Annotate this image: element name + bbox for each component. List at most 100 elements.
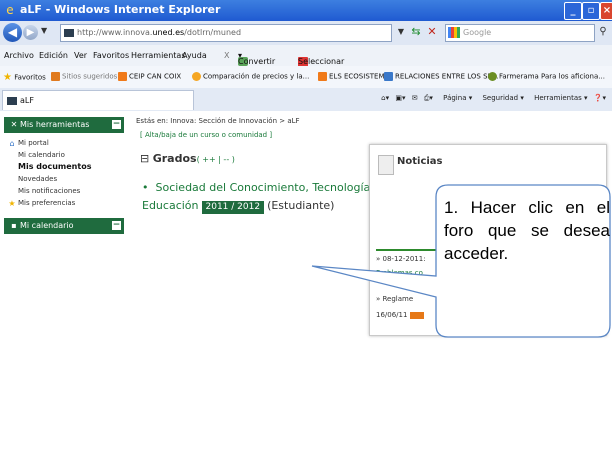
home-icon: ⌂ (9, 139, 15, 148)
role-label: (Estudiante) (267, 199, 335, 212)
minimize-button[interactable]: _ (564, 2, 582, 20)
news-title: Noticias (397, 156, 443, 167)
tab-alf[interactable]: aLF (2, 90, 194, 110)
price-compare-icon (192, 72, 201, 81)
forward-button[interactable]: ▶ (23, 25, 38, 40)
tab-bar: aLF ⌂▾ ▣▾ ✉ ⎙▾ Página ▾ Seguridad ▾ Herr… (0, 88, 612, 112)
document-icon (378, 155, 394, 175)
blogger-icon (318, 72, 327, 81)
sidebar-item-mis-preferencias[interactable]: Mis preferencias (18, 199, 75, 207)
star-icon: ★ (3, 72, 12, 83)
course-title-line2: Educación (142, 199, 199, 212)
tab-label: aLF (20, 96, 34, 105)
favorite-ecosistemes[interactable]: ELS ECOSISTEMES (318, 72, 393, 81)
news-item-2[interactable]: » Reglame (376, 295, 413, 303)
favorite-label-suggested: Sitios sugeridos (62, 72, 118, 81)
url-input[interactable]: http://www.innova.uned.es/dotlrn/muned (60, 24, 392, 42)
year-badge: 2011 / 2012 (201, 201, 265, 214)
alta-baja-link[interactable]: [ Alta/baja de un curso o comunidad ] (140, 131, 272, 139)
menu-bar: Archivo Edición Ver Favoritos Herramient… (0, 45, 612, 67)
course-link[interactable]: • Sociedad del Conocimiento, Tecnología … (142, 181, 380, 194)
grados-title: Grados (152, 152, 197, 165)
mail-icon[interactable]: ✉ (412, 94, 418, 102)
command-bar: ⌂▾ ▣▾ ✉ ⎙▾ Página ▾ Seguridad ▾ Herramie… (377, 94, 606, 103)
url-suffix: /dotlrn/muned (184, 28, 242, 37)
security-menu[interactable]: Seguridad ▾ (478, 94, 523, 102)
course-title-line1: Sociedad del Conocimiento, Tecnología y (155, 181, 381, 194)
calendar-panel-title: Mi calendario (20, 221, 74, 230)
help-icon[interactable]: ❓▾ (594, 94, 606, 102)
convert-button[interactable]: Convertir ▾ (238, 51, 275, 66)
search-icon[interactable]: ⚲ (597, 24, 609, 40)
sidebar-item-mis-notificaciones[interactable]: Mis notificaciones (18, 187, 80, 195)
blogger-icon (118, 72, 127, 81)
new-tag-icon (410, 311, 425, 319)
menu-item-ayuda[interactable]: Ayuda (182, 51, 207, 60)
news-item-link[interactable]: Problemas co (376, 269, 423, 277)
select-label: Seleccionar (298, 57, 345, 66)
collapse-icon[interactable]: − (112, 120, 121, 129)
google-icon (448, 27, 460, 38)
home-icon[interactable]: ⌂▾ (381, 94, 389, 102)
favorite-label-relaciones: RELACIONES ENTRE LOS SE... (395, 72, 499, 81)
back-button[interactable]: ◀ (3, 23, 22, 42)
print-icon[interactable]: ⎙▾ (424, 94, 433, 102)
refresh-icon[interactable]: ⇆ (409, 24, 423, 40)
menu-close-icon[interactable]: X (224, 51, 229, 60)
news-item-2-date: 16/06/11 (376, 311, 425, 319)
tools-menu-label: Herramientas (534, 94, 582, 102)
browser-window: e aLF - Windows Internet Explorer _ ▫ × … (0, 0, 612, 459)
favorite-label-farmerama: Farmerama Para los aficiona... (499, 72, 605, 81)
security-menu-label: Seguridad (482, 94, 519, 102)
sidebar-item-mi-calendario[interactable]: Mi calendario (18, 151, 65, 159)
internet-explorer-icon: e (6, 3, 14, 17)
ie-page-icon (384, 72, 393, 81)
stop-icon[interactable]: ✕ (425, 24, 439, 40)
collapse-icon[interactable]: − (112, 221, 121, 230)
sidebar-item-mi-portal[interactable]: Mi portal (18, 139, 49, 147)
collapse-icon[interactable]: ⊟ (140, 152, 149, 165)
history-dropdown-icon[interactable]: ▼ (41, 26, 47, 35)
favorite-relaciones[interactable]: RELACIONES ENTRE LOS SE... (384, 72, 499, 81)
close-button[interactable]: × (600, 2, 612, 20)
maximize-button[interactable]: ▫ (582, 2, 600, 20)
tools-menu[interactable]: Herramientas ▾ (530, 94, 587, 102)
course-link-line2[interactable]: Educación 2011 / 2012 (Estudiante) (142, 199, 334, 214)
sidebar-item-novedades[interactable]: Novedades (18, 175, 57, 183)
tools-panel-header[interactable]: ✕ Mis herramientas − (4, 117, 124, 133)
title-bar: e aLF - Windows Internet Explorer _ ▫ × (0, 0, 612, 21)
search-placeholder: Google (463, 28, 492, 37)
favorites-bar: ★ Favoritos Sitios sugeridos ▾ CEIP CAN … (0, 66, 612, 89)
url-prefix: http://www.innova. (77, 28, 153, 37)
menu-item-archivo[interactable]: Archivo (4, 51, 34, 60)
favorite-comparacion[interactable]: Comparación de precios y la... (192, 72, 309, 81)
favorite-suggested[interactable]: Sitios sugeridos ▾ (51, 72, 123, 81)
favorite-ceip[interactable]: CEIP CAN COIX (118, 72, 181, 81)
url-domain: uned.es (152, 28, 185, 37)
farmerama-icon (488, 72, 497, 81)
breadcrumb: Estás en: Innova: Sección de Innovación … (136, 117, 300, 125)
tools-panel-title: Mis herramientas (20, 120, 90, 129)
feeds-icon[interactable]: ▣▾ (395, 94, 405, 102)
news-date-text: 16/06/11 (376, 311, 408, 319)
calendar-panel-header[interactable]: ▪ Mi calendario − (4, 218, 124, 234)
sidebar-item-mis-documentos[interactable]: Mis documentos (18, 162, 91, 171)
site-favicon-icon (7, 97, 17, 105)
favorites-label: Favoritos (14, 73, 46, 82)
grados-expand-controls[interactable]: ( ++ | -- ) (197, 155, 235, 164)
url-dropdown-icon[interactable]: ▼ (395, 24, 407, 40)
left-sidebar: ✕ Mis herramientas − ⌂ Mi portal Mi calen… (0, 111, 129, 459)
favorite-farmerama[interactable]: Farmerama Para los aficiona... (488, 72, 605, 81)
calendar-icon: ▪ (11, 221, 17, 230)
favorites-button[interactable]: ★ Favoritos (3, 72, 46, 83)
site-favicon-icon (64, 28, 74, 37)
search-input[interactable]: Google (445, 24, 595, 42)
menu-item-edicion[interactable]: Edición (39, 51, 68, 60)
page-menu[interactable]: Página ▾ (439, 94, 472, 102)
page-menu-label: Página (443, 94, 467, 102)
menu-item-favoritos[interactable]: Favoritos (93, 51, 129, 60)
convert-label: Convertir (238, 57, 276, 66)
menu-item-ver[interactable]: Ver (74, 51, 87, 60)
menu-item-herramientas[interactable]: Herramientas (131, 51, 186, 60)
favorite-label-comparacion: Comparación de precios y la... (203, 72, 310, 81)
